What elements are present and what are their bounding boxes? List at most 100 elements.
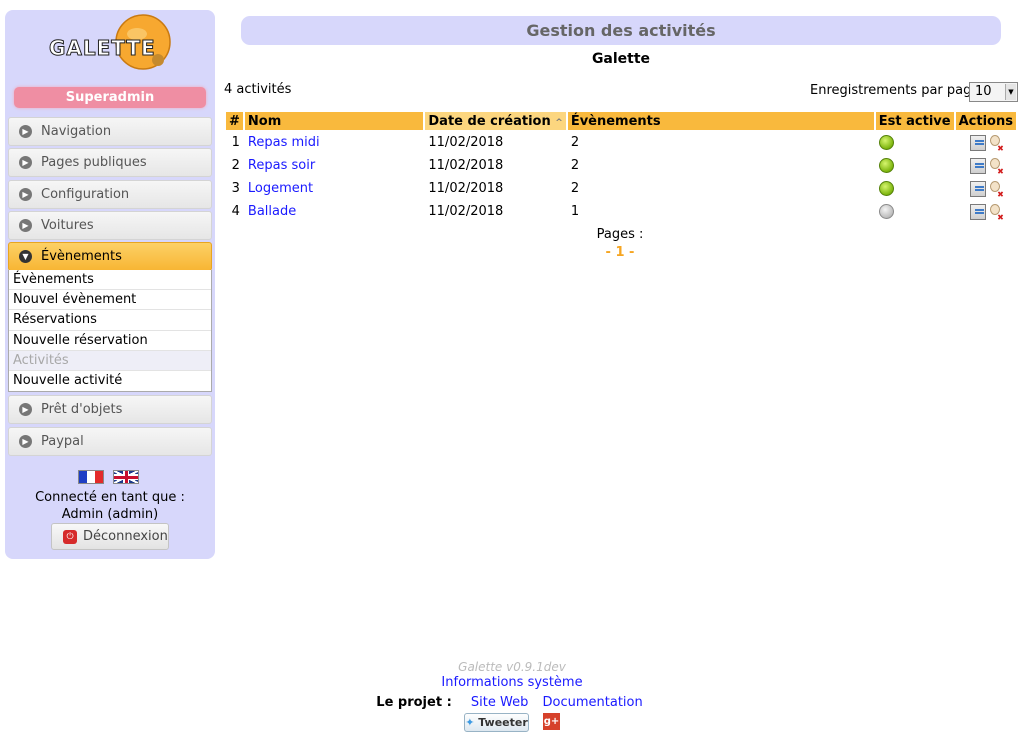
events-count: 2 <box>570 135 580 150</box>
edit-icon[interactable] <box>969 203 986 220</box>
project-links: Le projet : Site Web Documentation <box>0 695 1024 710</box>
submenu-item-reservations[interactable]: Réservations <box>9 310 211 331</box>
circle-arrow-icon: ▶ <box>19 403 32 416</box>
column-header-events: Évènements <box>567 112 874 130</box>
submenu-item-nouvel-evenement[interactable]: Nouvel évènement <box>9 290 211 311</box>
circle-arrow-icon: ▶ <box>19 156 32 169</box>
column-header-date-label: Date de création <box>428 113 551 129</box>
table-row: 3 Logement 11/02/2018 2 <box>226 178 1016 199</box>
flag-fr-icon[interactable] <box>78 470 104 484</box>
activity-name-link[interactable]: Ballade <box>248 204 296 219</box>
table-header-row: # Nom Date de création ^ Évènements Est … <box>226 112 1016 130</box>
page-subtitle: Galette <box>591 51 651 67</box>
events-count: 1 <box>570 204 580 219</box>
activity-name-link[interactable]: Logement <box>248 181 313 196</box>
menu-navigation[interactable]: ▶ Navigation <box>8 117 212 146</box>
column-header-active: Est active <box>875 112 954 130</box>
menu-voitures[interactable]: ▶ Voitures <box>8 211 212 240</box>
delete-icon[interactable] <box>988 157 1004 176</box>
tweet-label: Tweeter <box>478 716 528 729</box>
dropdown-arrow-icon: ▼ <box>1005 84 1016 100</box>
logout-button[interactable]: ⏻ Déconnexion <box>51 523 169 550</box>
active-status-icon <box>878 158 894 173</box>
documentation-link[interactable]: Documentation <box>543 695 643 710</box>
active-status-icon <box>878 181 894 196</box>
menu-label: Évènements <box>41 249 122 264</box>
creation-date: 11/02/2018 <box>428 181 504 196</box>
menu-label: Navigation <box>41 124 112 139</box>
menu-evenements[interactable]: ▼ Évènements <box>8 242 212 271</box>
role-badge: Superadmin <box>14 87 206 108</box>
tweet-button[interactable]: ✦ Tweeter <box>464 713 529 732</box>
menu-label: Configuration <box>41 187 130 202</box>
active-status-icon <box>878 204 894 219</box>
menu-label: Paypal <box>41 434 84 449</box>
submenu-item-nouvelle-activite[interactable]: Nouvelle activité <box>9 371 211 391</box>
activity-name-link[interactable]: Repas soir <box>248 158 315 173</box>
sidebar: GALETTE Superadmin ▶ Navigation ▶ Pages … <box>5 10 215 559</box>
per-page-label: Enregistrements par page : <box>810 83 988 98</box>
evenements-submenu: Évènements Nouvel évènement Réservations… <box>8 270 212 392</box>
column-header-name-label: Nom <box>247 113 282 129</box>
twitter-bird-icon: ✦ <box>465 716 475 729</box>
row-number: 2 <box>231 158 240 173</box>
table-row: 2 Repas soir 11/02/2018 2 <box>226 155 1016 176</box>
events-count: 2 <box>570 158 580 173</box>
events-count: 2 <box>570 181 580 196</box>
logout-label: Déconnexion <box>83 529 168 544</box>
menu-pret-objets[interactable]: ▶ Prêt d'objets <box>8 395 212 424</box>
menu-label: Voitures <box>41 218 94 233</box>
edit-icon[interactable] <box>969 134 986 151</box>
power-icon: ⏻ <box>63 530 77 544</box>
table-row: 4 Ballade 11/02/2018 1 <box>226 201 1016 222</box>
system-info-link[interactable]: Informations système <box>441 675 582 690</box>
delete-icon[interactable] <box>988 134 1004 153</box>
column-header-date[interactable]: Date de création ^ <box>425 112 566 130</box>
logged-in-label: Connecté en tant que : <box>35 490 185 505</box>
logo-text: GALETTE <box>49 36 156 60</box>
submenu-item-activites[interactable]: Activités <box>9 350 211 371</box>
activities-table: # Nom Date de création ^ Évènements Est … <box>224 110 1018 224</box>
edit-icon[interactable] <box>969 180 986 197</box>
menu-label: Pages publiques <box>41 155 147 170</box>
row-number: 1 <box>231 135 240 150</box>
menu-configuration[interactable]: ▶ Configuration <box>8 180 212 209</box>
column-header-name[interactable]: Nom <box>244 112 424 130</box>
per-page-value: 10 <box>975 84 992 99</box>
circle-arrow-icon: ▶ <box>19 188 32 201</box>
menu-paypal[interactable]: ▶ Paypal <box>8 427 212 456</box>
delete-icon[interactable] <box>988 180 1004 199</box>
pages-label: Pages : <box>596 227 644 242</box>
page-title: Gestion des activités <box>241 16 1001 45</box>
menu-pages-publiques[interactable]: ▶ Pages publiques <box>8 148 212 177</box>
column-header-number: # <box>226 112 243 130</box>
creation-date: 11/02/2018 <box>428 204 504 219</box>
edit-icon[interactable] <box>969 157 986 174</box>
circle-arrow-icon: ▶ <box>19 219 32 232</box>
site-web-link[interactable]: Site Web <box>471 695 528 710</box>
delete-icon[interactable] <box>988 203 1004 222</box>
galette-logo[interactable]: GALETTE <box>45 14 175 80</box>
circle-arrow-icon: ▶ <box>19 435 32 448</box>
project-label: Le projet : <box>376 695 452 710</box>
active-status-icon <box>878 135 894 150</box>
language-selector <box>78 470 148 485</box>
circle-arrow-icon: ▶ <box>19 125 32 138</box>
version-text: Galette v0.9.1dev <box>458 660 566 674</box>
row-number: 4 <box>231 204 240 219</box>
column-header-actions: Actions <box>955 112 1016 130</box>
creation-date: 11/02/2018 <box>428 135 504 150</box>
pagination-current-page[interactable]: - 1 - <box>520 245 720 260</box>
per-page-select[interactable]: 10 ▼ <box>969 82 1018 102</box>
row-number: 3 <box>231 181 240 196</box>
creation-date: 11/02/2018 <box>428 158 504 173</box>
google-plus-icon[interactable]: g+ <box>543 713 560 730</box>
sort-ascending-icon: ^ <box>555 117 563 128</box>
submenu-item-nouvelle-reservation[interactable]: Nouvelle réservation <box>9 331 211 351</box>
activity-name-link[interactable]: Repas midi <box>248 135 320 150</box>
flag-uk-icon[interactable] <box>113 470 139 484</box>
circle-down-arrow-icon: ▼ <box>19 250 32 263</box>
menu-label: Prêt d'objets <box>41 402 123 417</box>
submenu-item-evenements[interactable]: Évènements <box>9 270 211 291</box>
table-row: 1 Repas midi 11/02/2018 2 <box>226 132 1016 153</box>
